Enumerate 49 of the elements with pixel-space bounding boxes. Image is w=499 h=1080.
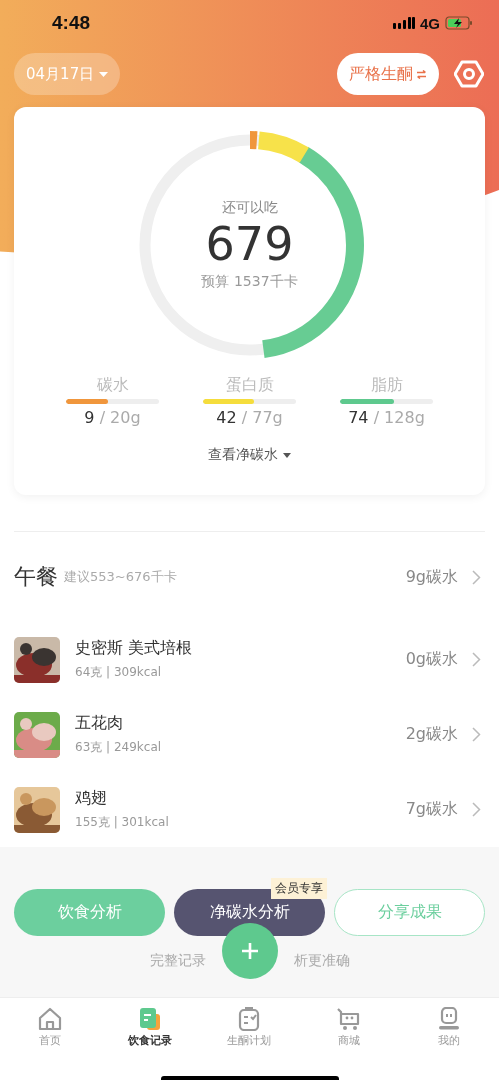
tab-bar-item[interactable]: 商城 [309,1006,390,1057]
food-name: 史密斯 美式培根 [75,638,194,659]
food-carbs: 0g碳水 [405,649,458,670]
tab-bar-item[interactable]: 首页 [9,1006,90,1057]
battery-icon [445,16,473,30]
settings-icon[interactable] [454,59,484,89]
budget-text: 预算 1537千卡 [201,272,298,291]
macro-name: 蛋白质 [225,375,274,396]
house-icon [36,1007,63,1031]
tab-bar-item[interactable]: 我的 [409,1006,490,1057]
macro-name: 脂肪 [370,375,403,396]
net-carb-toggle[interactable]: 查看净碳水 [202,445,297,465]
date-selector[interactable]: 04月17日 [14,53,121,95]
food-detail: 63克 | 249kcal [75,739,163,756]
tab-bar-item[interactable]: 生酮计划 [209,1006,290,1057]
chevron-right-icon[interactable] [472,802,481,817]
remaining-value: 679 [205,217,294,273]
food-detail: 155克 | 301kcal [75,814,170,831]
macro-amount: 42 / 77g [216,408,283,427]
caret-icon [99,71,109,77]
network-label: 4G [420,14,440,32]
food-carbs: 7g碳水 [405,799,458,820]
swap-icon [416,69,427,79]
signal-icon [393,17,415,29]
macro-amount: 9 / 20g [84,408,141,427]
add-button[interactable] [222,923,278,979]
caret-icon [283,452,291,458]
tab-bar-item[interactable]: 饮食记录 [109,1006,190,1057]
hint-text: 完整记录 [149,952,206,970]
food-name: 鸡翅 [75,788,108,809]
food-detail: 64克 | 309kcal [75,664,163,681]
plus-icon [241,942,259,960]
plan-switch-button[interactable]: 严格生酮 [337,53,439,95]
analysis-button[interactable]: 饮食分析 [14,889,165,936]
remaining-label: 还可以吃 [221,199,278,218]
hint-text: 析更准确 [293,952,350,970]
meal-title: 午餐 [14,563,58,591]
macro-name: 碳水 [96,375,129,396]
macro-amount: 74 / 128g [348,408,425,427]
chevron-right-icon[interactable] [472,727,481,742]
food-carbs: 2g碳水 [405,724,458,745]
meal-carbs: 9g碳水 [405,566,458,588]
chevron-right-icon[interactable] [472,569,481,585]
meal-suggestion: 建议553~676千卡 [64,568,178,586]
food-name: 五花肉 [75,713,124,734]
status-time: 4:48 [52,12,91,34]
member-badge: 会员专享 [271,878,327,899]
analysis-button[interactable]: 分享成果 [334,889,485,936]
chevron-right-icon[interactable] [472,652,481,667]
